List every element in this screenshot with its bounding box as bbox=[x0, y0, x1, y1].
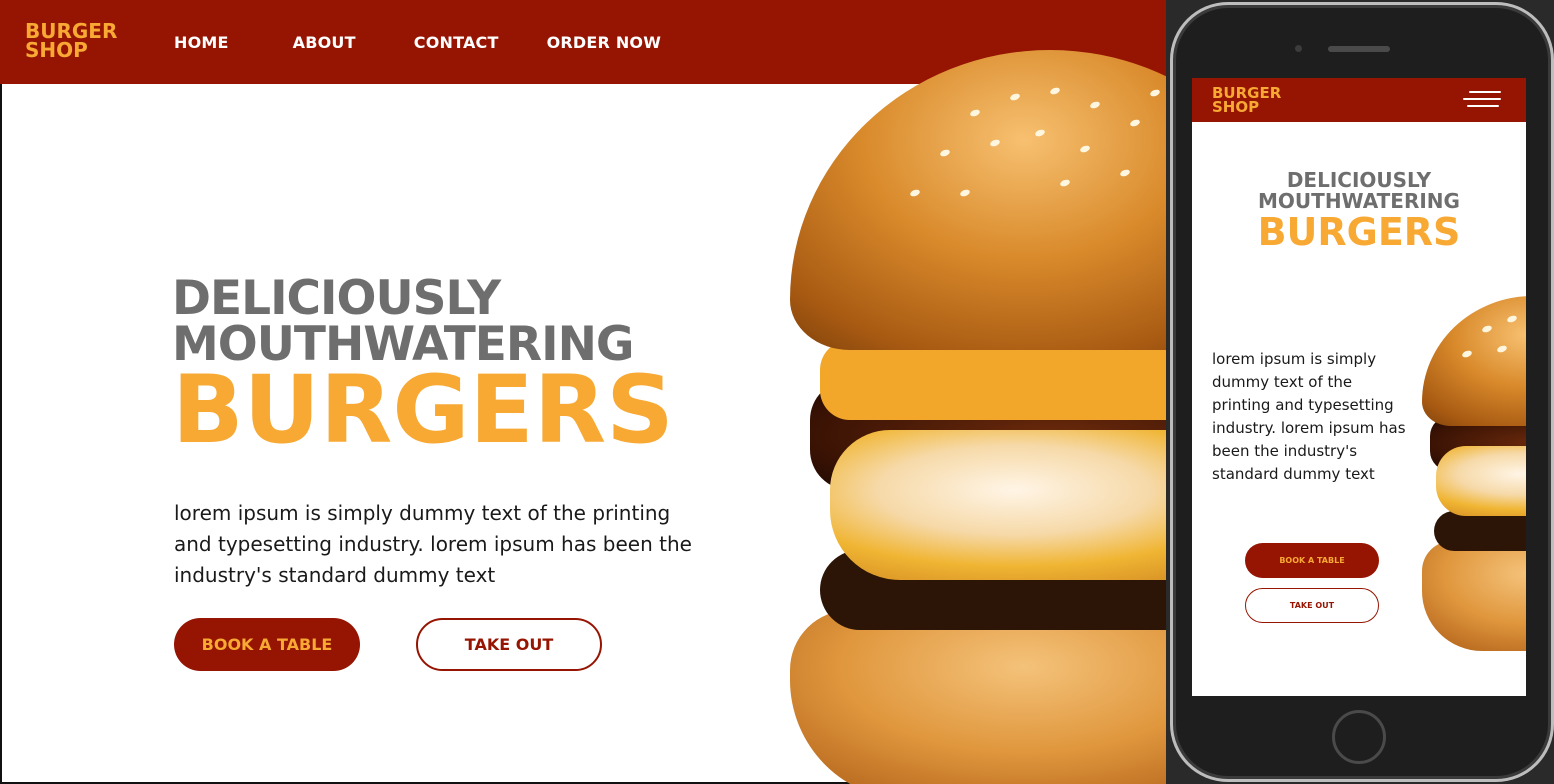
mobile-take-out-button[interactable]: TAKE OUT bbox=[1245, 588, 1379, 623]
take-out-button[interactable]: TAKE OUT bbox=[416, 618, 602, 671]
mobile-screen: BURGER SHOP DELICIOUSLY MOUTHWATERING BU… bbox=[1192, 78, 1526, 696]
melted-cheese-shape bbox=[830, 430, 1166, 580]
nav-about-link[interactable]: ABOUT bbox=[293, 33, 356, 52]
phone-home-button[interactable] bbox=[1332, 710, 1386, 764]
logo-line2: SHOP bbox=[25, 38, 88, 62]
phone-mockup: BURGER SHOP DELICIOUSLY MOUTHWATERING BU… bbox=[1170, 2, 1554, 782]
bun-bottom-shape bbox=[790, 610, 1166, 784]
burger-image bbox=[790, 50, 1166, 784]
bun-top-shape bbox=[790, 50, 1166, 350]
headline-line1: DELICIOUSLY bbox=[172, 271, 501, 326]
camera-dot bbox=[1295, 45, 1302, 52]
phone-speaker bbox=[1328, 46, 1390, 52]
hero-description: lorem ipsum is simply dummy text of the … bbox=[174, 501, 692, 587]
mobile-brand-logo[interactable]: BURGER SHOP bbox=[1212, 85, 1281, 117]
mobile-book-table-button[interactable]: BOOK A TABLE bbox=[1245, 543, 1379, 578]
mobile-headline-line1: DELICIOUSLY bbox=[1286, 168, 1432, 192]
mobile-burger-image bbox=[1422, 296, 1526, 656]
mobile-headline-line2: MOUTHWATERING bbox=[1258, 189, 1460, 213]
hero-headline: DELICIOUSLY MOUTHWATERING BURGERS bbox=[172, 271, 674, 465]
mobile-hero-headline: DELICIOUSLY MOUTHWATERING BURGERS bbox=[1192, 168, 1526, 254]
nav-menu: HOME ABOUT CONTACT ORDER NOW bbox=[174, 33, 661, 52]
book-table-button[interactable]: BOOK A TABLE bbox=[174, 618, 360, 671]
nav-order-now-link[interactable]: ORDER NOW bbox=[547, 33, 661, 52]
hamburger-menu-icon[interactable] bbox=[1463, 91, 1501, 109]
mobile-hero-description: lorem ipsum is simply dummy text of the … bbox=[1212, 350, 1406, 483]
nav-contact-link[interactable]: CONTACT bbox=[414, 33, 499, 52]
brand-logo[interactable]: BURGER SHOP bbox=[25, 21, 117, 62]
desktop-site: BURGER SHOP HOME ABOUT CONTACT ORDER NOW bbox=[0, 0, 1166, 784]
mobile-logo-line2: SHOP bbox=[1212, 98, 1260, 117]
nav-home-link[interactable]: HOME bbox=[174, 33, 229, 52]
mobile-headline-highlight: BURGERS bbox=[1257, 210, 1461, 254]
mobile-navbar: BURGER SHOP bbox=[1192, 78, 1526, 122]
headline-highlight: BURGERS bbox=[172, 356, 674, 465]
cheese-layer-shape bbox=[820, 340, 1166, 420]
